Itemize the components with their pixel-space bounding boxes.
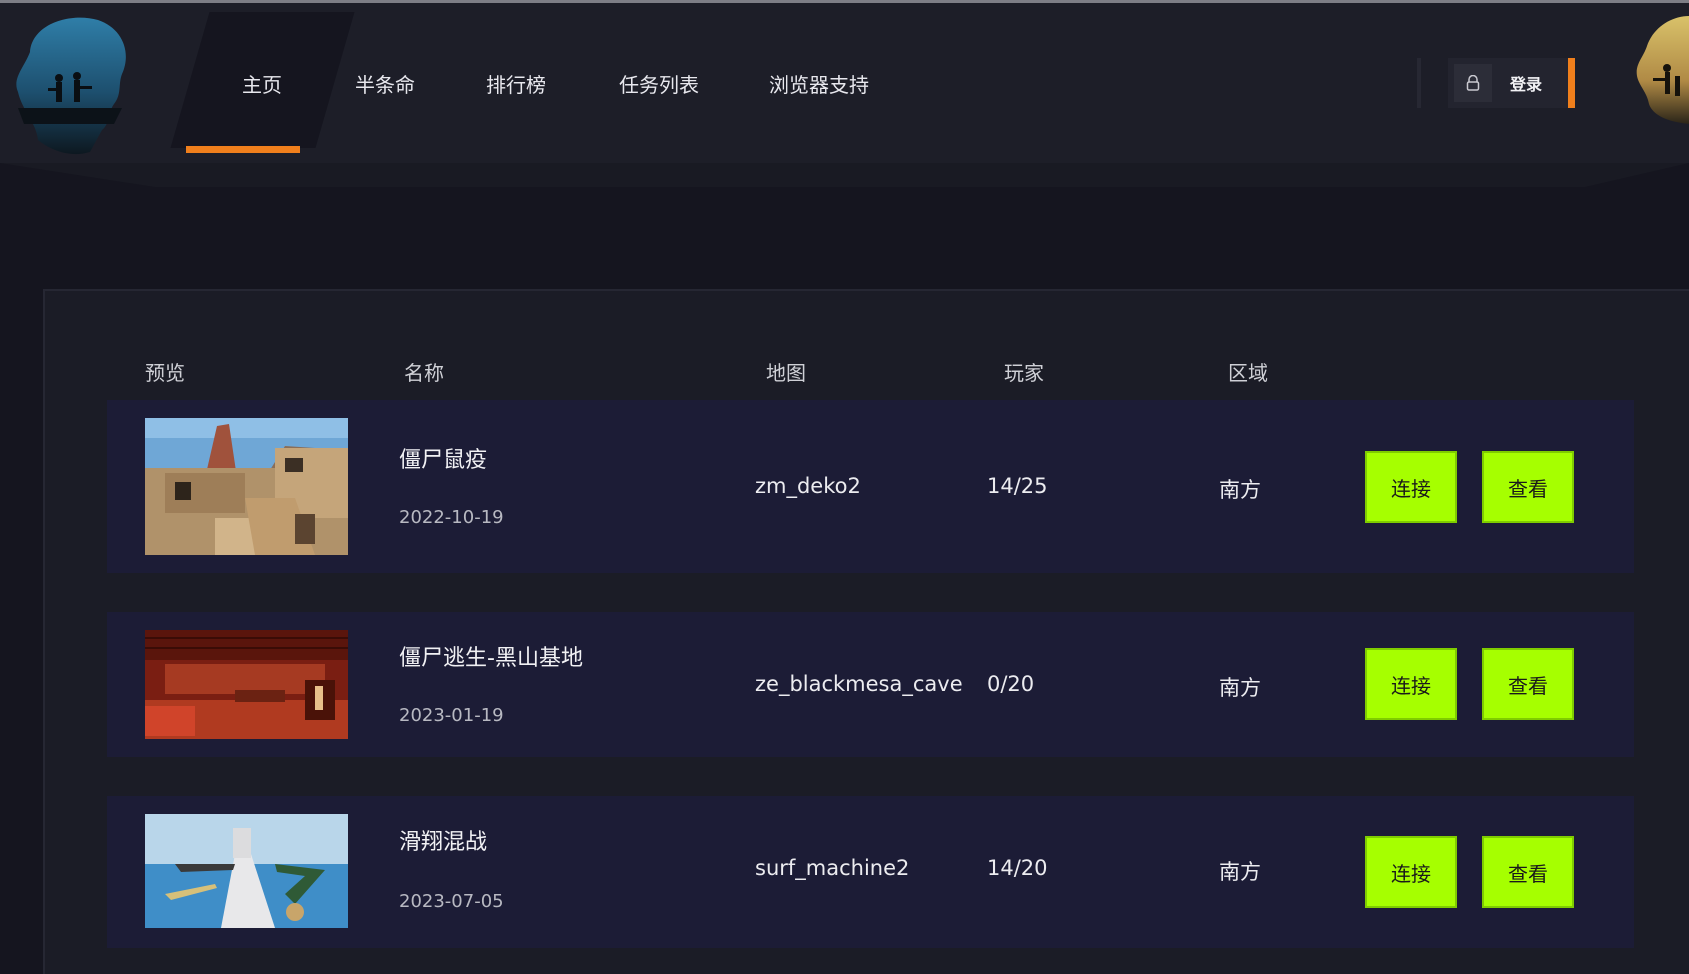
table-row: 滑翔混战 2023-07-05 surf_machine2 14/20 南方 连…	[107, 796, 1634, 948]
server-name: 僵尸逃生-黑山基地	[399, 646, 583, 671]
server-map: surf_machine2	[755, 856, 910, 880]
server-region: 南方	[1219, 478, 1261, 502]
login-button[interactable]: 登录	[1448, 58, 1572, 108]
view-button[interactable]: 查看	[1482, 451, 1574, 523]
nav-item-half-life[interactable]: 半条命	[355, 60, 415, 110]
server-name: 僵尸鼠疫	[399, 448, 488, 473]
table-row: 僵尸逃生-黑山基地 2023-01-19 ze_blackmesa_cave 0…	[107, 612, 1634, 757]
server-players: 14/20	[987, 856, 1048, 880]
view-button[interactable]: 查看	[1482, 648, 1574, 720]
server-map: zm_deko2	[755, 474, 861, 498]
nav-item-home[interactable]: 主页	[242, 60, 282, 110]
table-row: 僵尸鼠疫 2022-10-19 zm_deko2 14/25 南方 连接 查看	[107, 400, 1634, 573]
server-date: 2023-07-05	[399, 891, 504, 912]
column-header-preview: 预览	[145, 361, 185, 385]
server-players: 0/20	[987, 672, 1035, 696]
map-preview-image[interactable]	[145, 630, 348, 739]
server-players: 14/25	[987, 474, 1048, 498]
login-divider	[1417, 58, 1421, 108]
login-label: 登录	[1510, 75, 1543, 94]
column-header-name: 名称	[404, 361, 444, 385]
lock-icon	[1454, 64, 1492, 102]
column-header-region: 区域	[1228, 361, 1268, 385]
header-shelf	[0, 163, 1689, 187]
server-region: 南方	[1219, 860, 1261, 884]
server-date: 2022-10-19	[399, 507, 504, 528]
nav-active-underline	[186, 146, 300, 153]
server-date: 2023-01-19	[399, 705, 504, 726]
column-header-players: 玩家	[1004, 361, 1044, 385]
server-map: ze_blackmesa_cave	[755, 672, 963, 696]
connect-button[interactable]: 连接	[1365, 648, 1457, 720]
connect-button[interactable]: 连接	[1365, 451, 1457, 523]
column-header-map: 地图	[766, 361, 806, 385]
map-preview-image[interactable]	[145, 418, 348, 555]
site-logo-icon[interactable]	[10, 12, 130, 157]
nav-item-browser-support[interactable]: 浏览器支持	[769, 60, 869, 110]
login-accent-bar	[1568, 58, 1575, 108]
server-region: 南方	[1219, 676, 1261, 700]
map-preview-image[interactable]	[145, 814, 348, 928]
server-name: 滑翔混战	[399, 830, 488, 855]
view-button[interactable]: 查看	[1482, 836, 1574, 908]
site-logo-right-icon	[1635, 12, 1689, 132]
connect-button[interactable]: 连接	[1365, 836, 1457, 908]
nav-item-leaderboard[interactable]: 排行榜	[486, 60, 546, 110]
nav-item-task-list[interactable]: 任务列表	[619, 60, 699, 110]
